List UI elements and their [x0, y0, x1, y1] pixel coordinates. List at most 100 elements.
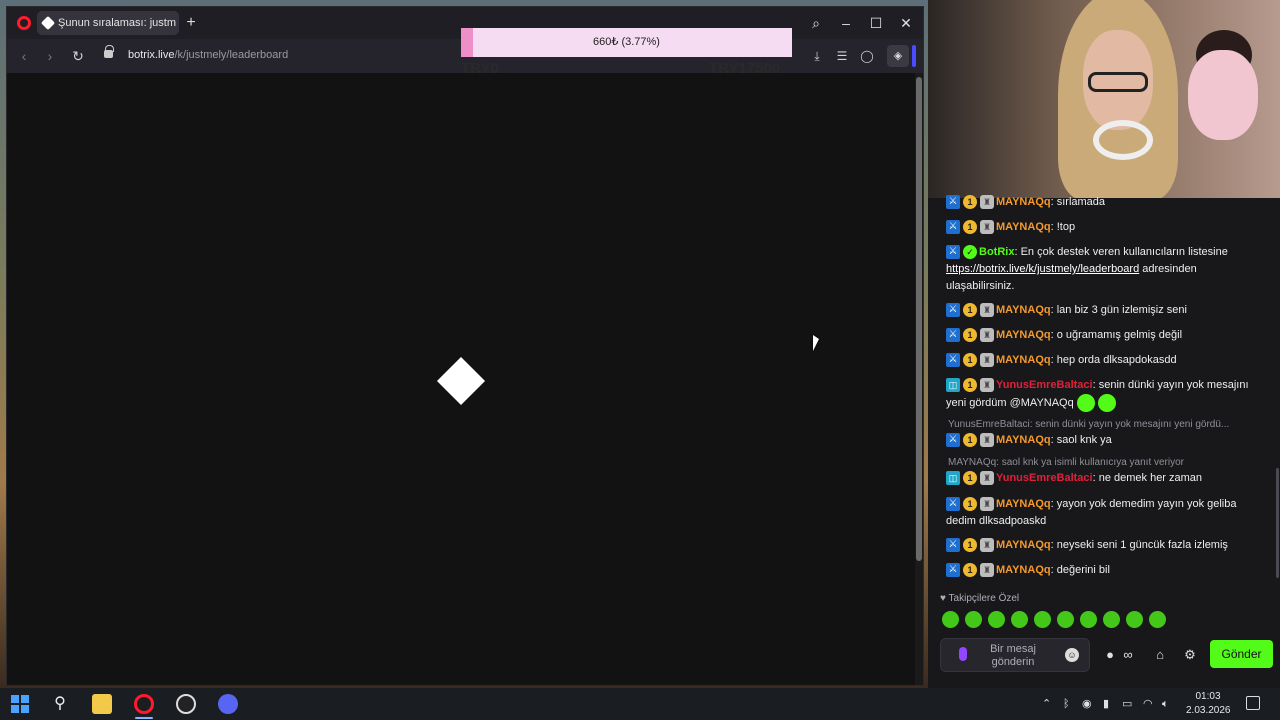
emote-icon[interactable] — [1011, 611, 1028, 628]
emote-icon[interactable] — [1103, 611, 1120, 628]
settings-gear-icon[interactable]: ⚙ — [1182, 647, 1198, 663]
tray-chevron-icon[interactable]: ⌃ — [1042, 696, 1051, 712]
url-field[interactable]: botrix.live/k/justmely/leaderboard — [128, 49, 288, 61]
gifter-badge-icon: ♜ — [980, 538, 994, 553]
gifter-badge-icon: ♜ — [980, 378, 994, 393]
subscriber-badge-icon: 1 — [963, 497, 977, 512]
emote-icon[interactable] — [965, 611, 982, 628]
chat-username[interactable]: MAYNAQq — [996, 196, 1051, 208]
reply-context[interactable]: YunusEmreBaltaci: senin dünki yayın yok … — [948, 419, 1268, 430]
mouse-cursor-icon — [813, 335, 819, 351]
leaderboard-link[interactable]: https://botrix.live/k/justmely/leaderboa… — [946, 263, 1139, 275]
discord-tray-icon[interactable]: ◉ — [1082, 696, 1092, 712]
emote-icon[interactable] — [1057, 611, 1074, 628]
chat-username[interactable]: MAYNAQq — [996, 304, 1051, 316]
gifter-badge-icon: ♜ — [980, 303, 994, 318]
subscriber-badge-icon: 1 — [963, 378, 977, 393]
emoji-picker-icon[interactable]: ☺ — [1065, 648, 1079, 662]
chat-username[interactable]: MAYNAQq — [996, 498, 1051, 510]
chat-text: : o uğramamış gelmiş değil — [1050, 329, 1183, 341]
obs-taskbar-icon[interactable] — [176, 694, 196, 714]
chat-username[interactable]: YunusEmreBaltaci — [996, 472, 1093, 484]
botrix-favicon-icon — [40, 15, 56, 31]
minimize-button[interactable]: – — [835, 13, 857, 33]
download-icon[interactable]: ⤓ — [809, 48, 825, 64]
streamer-headset — [1093, 120, 1153, 160]
microphone-icon[interactable] — [959, 647, 967, 661]
opera-logo-icon[interactable] — [17, 16, 31, 30]
chat-message: ⚔ 1 ♜ MAYNAQq: !top — [946, 219, 1266, 236]
bluetooth-icon[interactable]: ᛒ — [1063, 696, 1070, 712]
url-path: /k/justmely/leaderboard — [174, 49, 289, 61]
app-tray-icon[interactable]: ▮ — [1103, 696, 1109, 712]
emote-icon[interactable] — [1126, 611, 1143, 628]
opera-taskbar-icon[interactable] — [134, 694, 154, 714]
moderator-sword-icon: ⚔ — [946, 353, 960, 368]
chat-message: ⚔ 1 ♜ MAYNAQq: sırlamada — [946, 194, 1266, 211]
chat-text: : !top — [1050, 221, 1076, 233]
donation-goal-min: TRY0 — [461, 60, 499, 77]
emote-icon[interactable] — [942, 611, 959, 628]
extensions-cube-icon[interactable]: ◈ — [887, 45, 909, 67]
wifi-icon[interactable]: ◠ — [1143, 696, 1153, 712]
taskbar-clock[interactable]: 01:03 2.03.2026 — [1186, 690, 1231, 718]
chat-message: ⚔ 1 ♜ MAYNAQq: o uğramamış gelmiş değil — [946, 327, 1266, 344]
reload-icon[interactable]: ↻ — [70, 48, 86, 64]
profile-icon[interactable]: ◯ — [859, 48, 875, 64]
emote-icon[interactable] — [1080, 611, 1097, 628]
scrollbar-thumb[interactable] — [916, 77, 922, 561]
windows-start-icon[interactable] — [10, 694, 30, 714]
subscriber-badge-icon: 1 — [963, 471, 977, 486]
subscriber-badge-icon: 1 — [963, 433, 977, 448]
send-button[interactable]: Gönder — [1210, 640, 1273, 668]
file-explorer-icon[interactable] — [92, 694, 112, 714]
moderator-sword-icon: ⚔ — [946, 220, 960, 235]
subscriber-badge-icon: 1 — [963, 563, 977, 578]
chat-username[interactable]: MAYNAQq — [996, 354, 1051, 366]
discord-taskbar-icon[interactable] — [218, 694, 238, 714]
sidebar-indicator — [912, 45, 916, 67]
easy-setup-icon[interactable]: ☰ — [834, 48, 850, 64]
forward-arrow-icon[interactable]: › — [42, 48, 58, 64]
reply-context[interactable]: MAYNAQq: saol knk ya isimli kullanıcıya … — [948, 457, 1268, 468]
lock-icon[interactable] — [104, 45, 114, 58]
taskbar-search-icon[interactable]: ⚲ — [50, 694, 70, 714]
emote-icon[interactable] — [1034, 611, 1051, 628]
clock-date: 2.03.2026 — [1186, 705, 1231, 716]
chat-message: ⚔ 1 ♜ MAYNAQq: neyseki seni 1 güncük fazla … — [946, 537, 1266, 554]
back-arrow-icon[interactable]: ‹ — [16, 48, 32, 64]
browser-tab[interactable]: Şunun sıralaması: justmely — [37, 11, 179, 35]
kick-logo-icon[interactable]: ● — [1102, 647, 1118, 663]
chat-text: : sırlamada — [1050, 196, 1106, 208]
page-scrollbar[interactable] — [915, 73, 923, 685]
chat-username[interactable]: MAYNAQq — [996, 434, 1051, 446]
chat-text: : hep orda dlksapdokasdd — [1050, 354, 1177, 366]
moderator-sword-icon: ⚔ — [946, 538, 960, 553]
active-app-indicator — [135, 717, 153, 719]
infinity-icon[interactable]: ∞ — [1120, 647, 1136, 663]
chat-username[interactable]: YunusEmreBaltaci — [996, 379, 1093, 391]
donation-goal-bar: 660₺ (3.77%) — [461, 28, 792, 57]
chat-username[interactable]: MAYNAQq — [996, 329, 1051, 341]
chat-message: ◫ 1 ♜ YunusEmreBaltaci: senin dünki yayın y… — [946, 377, 1266, 412]
chat-text: : neyseki seni 1 güncük fazla izlemiş — [1050, 539, 1228, 551]
gifter-badge-icon: ♜ — [980, 563, 994, 578]
volume-icon[interactable]: 🔈︎ — [1162, 696, 1169, 712]
chat-username[interactable]: MAYNAQq — [996, 221, 1051, 233]
chat-username[interactable]: MAYNAQq — [996, 564, 1051, 576]
chat-username[interactable]: BotRix — [979, 246, 1014, 258]
battery-icon[interactable]: ▭ — [1122, 696, 1132, 712]
store-icon[interactable]: ⌂ — [1152, 647, 1168, 663]
donation-goal-text: 660₺ (3.77%) — [593, 36, 660, 48]
emote-icon[interactable] — [988, 611, 1005, 628]
notification-center-icon[interactable] — [1246, 696, 1260, 710]
close-button[interactable]: ✕ — [895, 13, 917, 33]
emote-icon[interactable] — [1149, 611, 1166, 628]
new-tab-plus-icon[interactable]: + — [183, 15, 199, 31]
chat-username[interactable]: MAYNAQq — [996, 539, 1051, 551]
chat-message-input[interactable]: Bir mesaj gönderin ☺ — [940, 638, 1090, 672]
chat-scrollbar[interactable] — [1276, 468, 1279, 578]
search-tabs-icon[interactable]: ⌕ — [805, 13, 827, 33]
page-viewport[interactable] — [7, 73, 915, 685]
maximize-button[interactable]: ☐ — [865, 13, 887, 33]
